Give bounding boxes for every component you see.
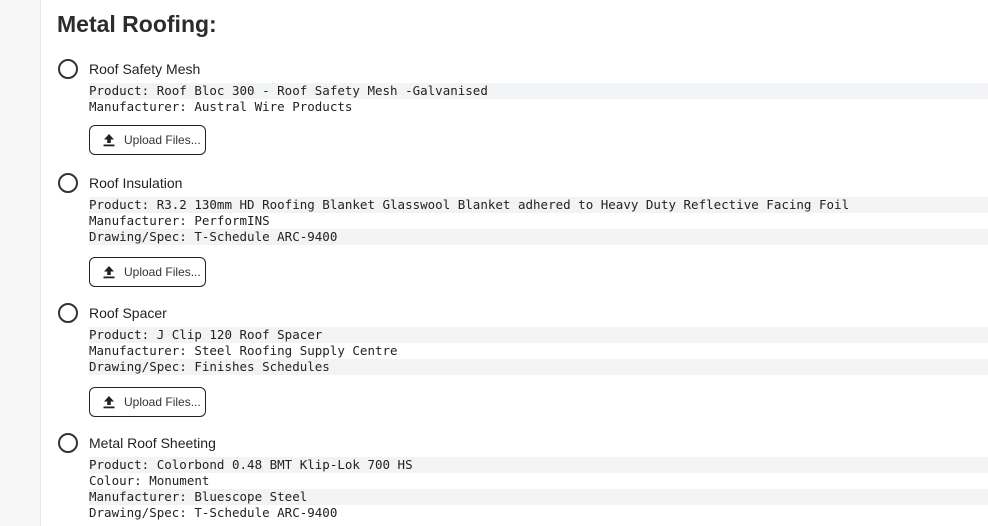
- detail-line: Drawing/Spec: T-Schedule ARC-9400: [89, 229, 988, 245]
- detail-line: Drawing/Spec: T-Schedule ARC-9400: [89, 505, 338, 520]
- detail-line: Manufacturer: PerformINS: [89, 213, 270, 228]
- detail-line: Product: Roof Bloc 300 - Roof Safety Mes…: [89, 83, 988, 99]
- radio-button[interactable]: [58, 303, 78, 323]
- item-label: Roof Safety Mesh: [89, 61, 201, 77]
- detail-line: Manufacturer: Austral Wire Products: [89, 99, 353, 114]
- upload-files-button[interactable]: Upload Files...: [89, 125, 206, 155]
- upload-files-button[interactable]: Upload Files...: [89, 387, 206, 417]
- detail-line: Manufacturer: Steel Roofing Supply Centr…: [89, 343, 398, 358]
- item-details: Product: R3.2 130mm HD Roofing Blanket G…: [89, 197, 988, 245]
- detail-line: Colour: Monument: [89, 473, 210, 488]
- detail-line: Product: Colorbond 0.48 BMT Klip-Lok 700…: [89, 457, 988, 473]
- item-details: Product: Colorbond 0.48 BMT Klip-Lok 700…: [89, 457, 988, 521]
- upload-files-button[interactable]: Upload Files...: [89, 257, 206, 287]
- radio-button[interactable]: [58, 433, 78, 453]
- upload-icon: [102, 395, 116, 409]
- radio-button[interactable]: [58, 173, 78, 193]
- radio-button[interactable]: [58, 59, 78, 79]
- item-label: Roof Spacer: [89, 305, 167, 321]
- upload-button-label: Upload Files...: [124, 395, 201, 409]
- item-label: Roof Insulation: [89, 175, 183, 191]
- detail-line: Manufacturer: Bluescope Steel: [89, 489, 988, 505]
- upload-icon: [102, 133, 116, 147]
- detail-line: Product: R3.2 130mm HD Roofing Blanket G…: [89, 197, 988, 213]
- item-label: Metal Roof Sheeting: [89, 435, 216, 451]
- detail-line: Product: J Clip 120 Roof Spacer: [89, 327, 988, 343]
- item-details: Product: J Clip 120 Roof Spacer Manufact…: [89, 327, 988, 375]
- detail-line: Drawing/Spec: Finishes Schedules: [89, 359, 988, 375]
- upload-button-label: Upload Files...: [124, 133, 201, 147]
- item-details: Product: Roof Bloc 300 - Roof Safety Mes…: [89, 83, 988, 115]
- section-title: Metal Roofing:: [57, 11, 217, 37]
- upload-button-label: Upload Files...: [124, 265, 201, 279]
- upload-icon: [102, 265, 116, 279]
- content-panel: Metal Roofing: Roof Safety Mesh Product:…: [40, 0, 988, 526]
